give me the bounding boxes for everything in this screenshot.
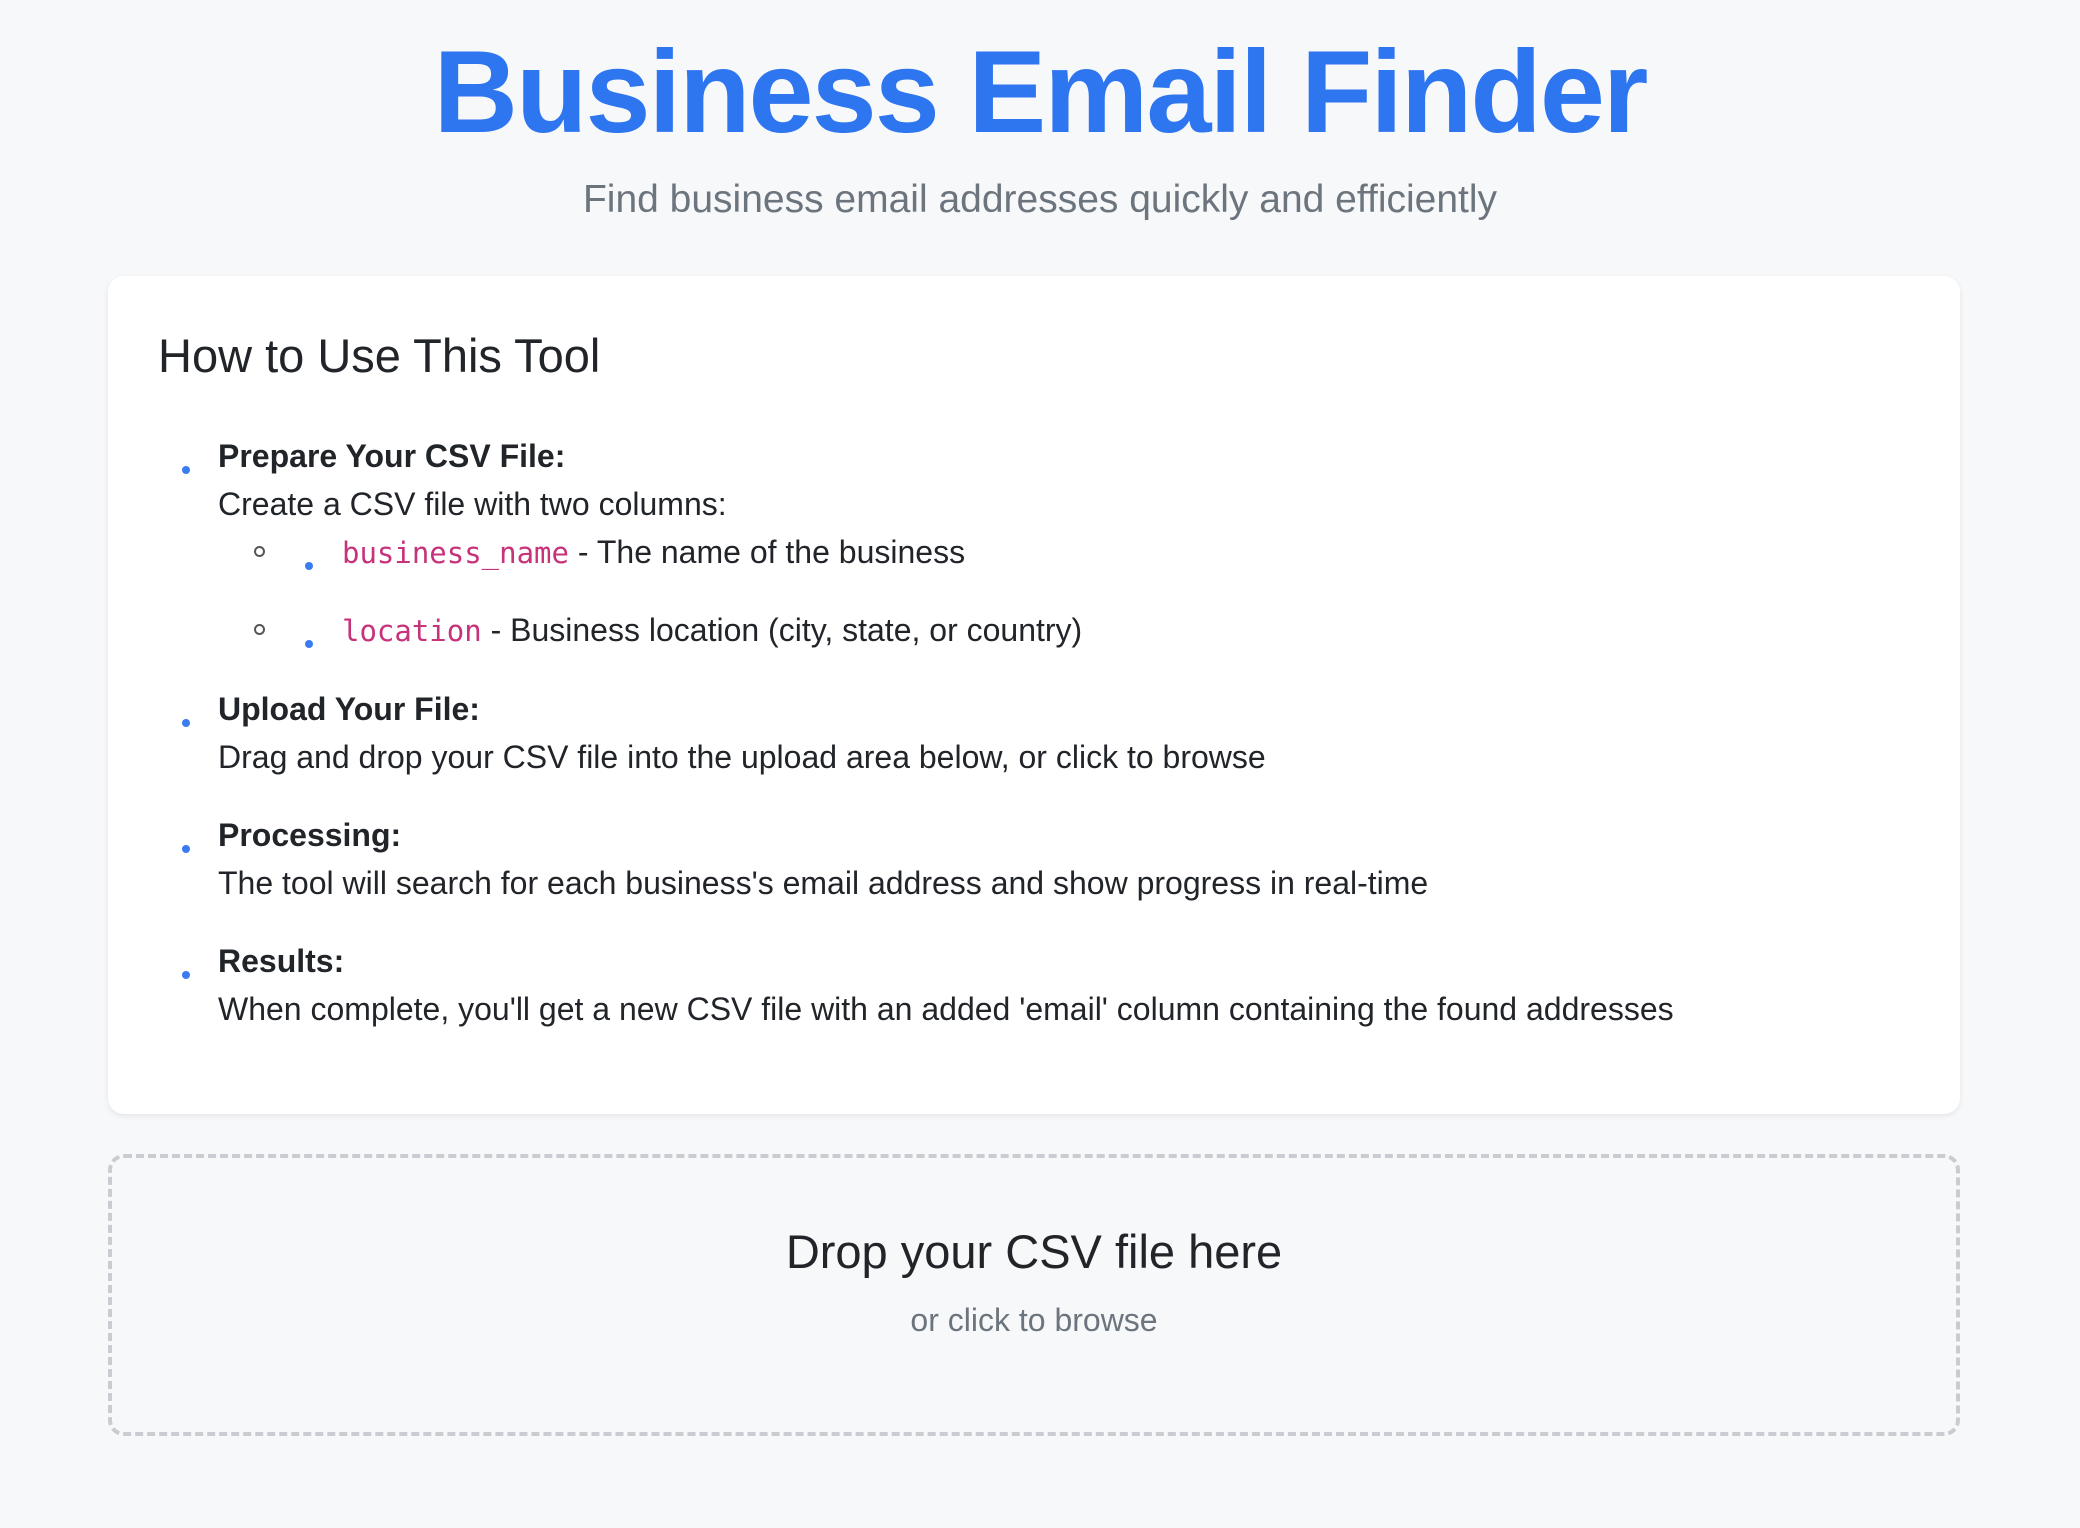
step-description: Drag and drop your CSV file into the upl… xyxy=(218,739,1266,775)
instructions-title: How to Use This Tool xyxy=(158,329,601,382)
page: Business Email Finder Find business emai… xyxy=(0,0,2080,1528)
step-description: The tool will search for each business's… xyxy=(218,865,1429,901)
step-title: Prepare Your CSV File: xyxy=(218,438,566,474)
column-code: location xyxy=(342,614,482,648)
dropzone-title: Drop your CSV file here xyxy=(785,1225,1283,1278)
app-subtitle: Find business email addresses quickly an… xyxy=(582,178,1498,221)
column-code: business_name xyxy=(342,536,569,570)
step-title: Processing: xyxy=(218,817,402,853)
csv-dropzone[interactable]: Drop your CSV file here or click to brow… xyxy=(108,1154,1960,1436)
dropzone-browse-link[interactable]: or click to browse xyxy=(112,1300,1956,1340)
app-title: Business Email Finder xyxy=(433,26,1649,157)
bullet-icon xyxy=(182,719,190,727)
step-description: Create a CSV file with two columns: xyxy=(218,486,727,522)
circle-bullet-icon xyxy=(254,546,265,557)
column-description: - The name of the business xyxy=(577,534,966,570)
instructions-card: How to Use This Tool Prepare Your CSV Fi… xyxy=(108,276,1960,1114)
circle-bullet-icon xyxy=(254,624,265,635)
step-title: Results: xyxy=(218,943,345,979)
bullet-icon xyxy=(182,845,190,853)
column-description: - Business location (city, state, or cou… xyxy=(490,612,1083,648)
bullet-icon xyxy=(182,971,190,979)
bullet-icon xyxy=(182,466,190,474)
step-description: When complete, you'll get a new CSV file… xyxy=(218,991,1674,1027)
bullet-icon xyxy=(305,562,313,570)
step-title: Upload Your File: xyxy=(218,691,480,727)
bullet-icon xyxy=(305,640,313,648)
